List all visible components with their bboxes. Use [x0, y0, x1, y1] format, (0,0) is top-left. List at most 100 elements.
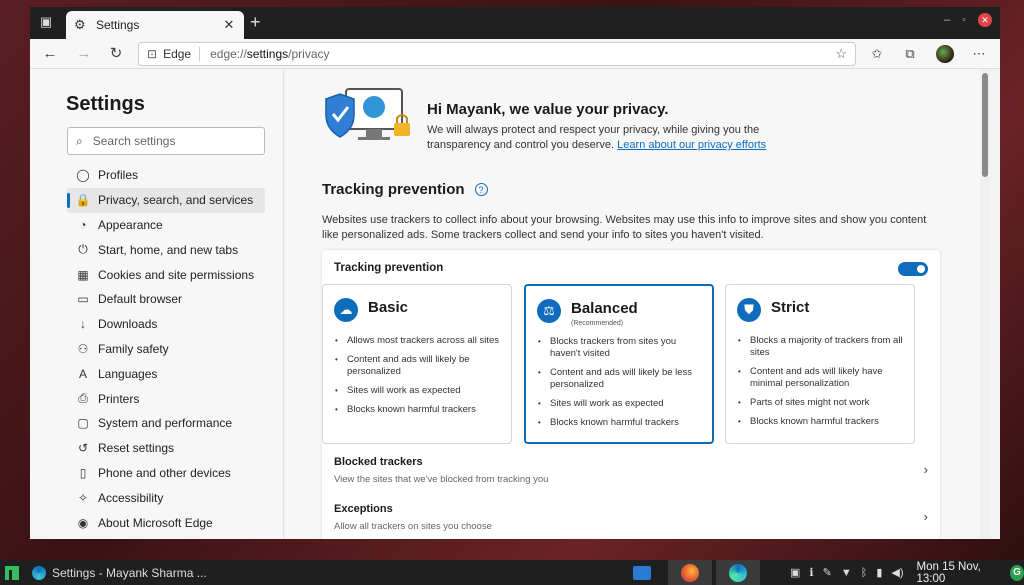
option-bullet: Parts of sites might not work	[738, 397, 908, 409]
blocked-title: Blocked trackers	[334, 456, 423, 468]
sidebar-item[interactable]: ▯ Phone and other devices	[67, 461, 265, 486]
browser-icon: ▭	[77, 292, 89, 307]
sidebar-item[interactable]: ◯ Profiles	[67, 163, 265, 188]
window-controls: – ◦ ✕	[944, 13, 992, 27]
reset-icon: ↺	[77, 441, 89, 456]
collections-icon[interactable]: ⧉	[901, 45, 919, 63]
option-bullet: Allows most trackers across all sites	[335, 335, 505, 347]
sidebar-item[interactable]: A Languages	[67, 361, 265, 386]
scrollbar-thumb[interactable]	[982, 73, 988, 177]
new-tab-button[interactable]: +	[250, 12, 261, 33]
option-name: Balanced	[571, 300, 638, 317]
clipboard-icon[interactable]: ▣	[790, 566, 800, 579]
option-bullet: Blocks known harmful trackers	[738, 416, 908, 428]
card-title: Tracking prevention	[334, 262, 444, 274]
sidebar-title: Settings	[66, 93, 145, 115]
refresh-icon[interactable]: ↻	[106, 44, 126, 64]
taskbar: Settings - Mayank Sharma ... ▣ ℹ ✎ ▼ ᛒ ▮…	[0, 560, 1024, 585]
bluetooth-icon[interactable]: ᛒ	[861, 567, 868, 579]
sidebar-item-label: Privacy, search, and services	[98, 193, 254, 208]
sidebar-item[interactable]: ▦ Cookies and site permissions	[67, 262, 265, 287]
url-text: edge://settings/privacy	[210, 47, 330, 61]
tracking-toggle[interactable]	[898, 262, 928, 276]
tracking-option-strict[interactable]: ⛊ Strict Blocks a majority of trackers fro…	[725, 284, 915, 444]
sidebar-item[interactable]: ↓ Downloads	[67, 312, 265, 337]
sidebar-item[interactable]: ◔ Appearance	[67, 213, 265, 238]
forward-icon[interactable]: →	[74, 44, 94, 64]
file-manager-launcher[interactable]	[620, 560, 664, 585]
option-bullets: Allows most trackers across all sites Con…	[335, 335, 505, 423]
tab-actions-icon[interactable]: ▣	[36, 14, 56, 32]
hero-text: We will always protect and respect your …	[427, 124, 767, 151]
edge-icon	[729, 563, 747, 582]
volume-icon[interactable]: ◀)	[891, 566, 903, 579]
page-content: Settings ⌕ Search settings ◯ Profiles 🔒 Pri…	[30, 69, 1000, 539]
sidebar-nav: ◯ Profiles 🔒 Privacy, search, and services ◔…	[67, 163, 265, 535]
sidebar-item[interactable]: 🔒 Privacy, search, and services	[67, 187, 265, 213]
sidebar-item[interactable]: ▭ Default browser	[67, 287, 265, 312]
info-icon[interactable]: ℹ	[809, 566, 813, 579]
sidebar-item-label: About Microsoft Edge	[98, 515, 213, 530]
option-bullet: Content and ads will likely be less pers…	[538, 367, 708, 391]
add-favorite-icon[interactable]: ☆	[835, 46, 847, 62]
edge-launcher[interactable]	[716, 560, 760, 585]
scrollbar[interactable]	[980, 69, 990, 539]
address-divider	[199, 47, 201, 61]
firefox-icon	[681, 563, 699, 582]
sidebar-item[interactable]: ⏻ Start, home, and new tabs	[67, 237, 265, 262]
option-bullet: Sites will work as expected	[538, 398, 708, 410]
pen-icon[interactable]: ✎	[823, 566, 832, 579]
folder-icon	[633, 565, 651, 580]
search-input[interactable]: ⌕ Search settings	[67, 127, 265, 155]
sidebar-item-label: Start, home, and new tabs	[98, 242, 239, 257]
sidebar-item-label: System and performance	[98, 416, 233, 431]
back-icon[interactable]: ←	[40, 44, 60, 64]
privacy-link[interactable]: Learn about our privacy efforts	[617, 139, 766, 151]
edge-icon: ◉	[77, 515, 89, 530]
navigation-bar: ← → ↻ ⊡ Edge edge://settings/privacy ☆ ✩…	[30, 39, 1000, 69]
option-name: Basic	[368, 299, 409, 316]
exceptions-row[interactable]: Exceptions Allow all trackers on sites y…	[334, 503, 928, 532]
taskbar-window-button[interactable]: Settings - Mayank Sharma ...	[32, 565, 222, 580]
sidebar-item[interactable]: ▢ System and performance	[67, 411, 265, 436]
sidebar-item[interactable]: ✧ Accessibility	[67, 485, 265, 510]
sidebar-item[interactable]: ⚇ Family safety	[67, 337, 265, 362]
exceptions-subtitle: Allow all trackers on sites you choose	[334, 521, 492, 532]
sidebar-item-label: Appearance	[98, 217, 163, 232]
close-window-icon[interactable]: ✕	[978, 13, 992, 27]
grammarly-icon[interactable]: G	[1009, 564, 1024, 581]
search-icon: ⌕	[76, 133, 83, 148]
tracking-description: Websites use trackers to collect info ab…	[322, 214, 927, 241]
clock[interactable]: Mon 15 Nov, 13:00	[917, 561, 1001, 585]
start-menu-icon[interactable]	[0, 560, 24, 585]
tab-settings[interactable]: ⚙ Settings ✕	[66, 11, 244, 39]
close-tab-icon[interactable]: ✕	[222, 17, 236, 33]
option-bullet: Content and ads will likely have minimal…	[738, 366, 908, 390]
blocked-subtitle: View the sites that we've blocked from t…	[334, 474, 549, 485]
favorites-icon[interactable]: ✩	[868, 45, 886, 63]
help-icon[interactable]: ?	[474, 183, 488, 196]
more-options-icon[interactable]: ⋯	[970, 45, 988, 63]
minimize-icon[interactable]: –	[944, 14, 950, 26]
browser-window: ▣ ⚙ Settings ✕ + – ◦ ✕ ← → ↻ ⊡ Edge edge…	[30, 7, 1000, 539]
sidebar-item[interactable]: ↺ Reset settings	[67, 436, 265, 461]
sidebar-item[interactable]: ⎙ Printers	[67, 386, 265, 411]
site-info-icon[interactable]: ⊡	[147, 47, 157, 61]
firefox-launcher[interactable]	[668, 560, 712, 585]
blocked-trackers-row[interactable]: Blocked trackers View the sites that we'…	[334, 456, 928, 485]
battery-icon[interactable]: ▮	[876, 566, 882, 579]
sidebar-item-label: Reset settings	[98, 441, 175, 456]
sidebar-item-label: Downloads	[98, 317, 158, 332]
option-bullet: Blocks known harmful trackers	[335, 404, 505, 416]
sidebar-item[interactable]: ◉ About Microsoft Edge	[67, 510, 265, 535]
avatar[interactable]	[936, 45, 954, 63]
tracking-option-balanced[interactable]: ⚖ Balanced (Recommended) Blocks trackers fr…	[524, 284, 714, 444]
wifi-icon[interactable]: ▼	[841, 567, 852, 579]
tracking-card: Tracking prevention ☁ Basic Allows most tr…	[322, 250, 940, 539]
tracking-option-basic[interactable]: ☁ Basic Allows most trackers across all si…	[322, 284, 512, 444]
sidebar-item-label: Accessibility	[98, 490, 164, 505]
family-icon: ⚇	[77, 341, 89, 356]
recommended-label: (Recommended)	[571, 320, 624, 327]
maximize-icon[interactable]: ◦	[962, 14, 966, 26]
address-bar[interactable]: ⊡ Edge edge://settings/privacy ☆	[138, 42, 856, 66]
